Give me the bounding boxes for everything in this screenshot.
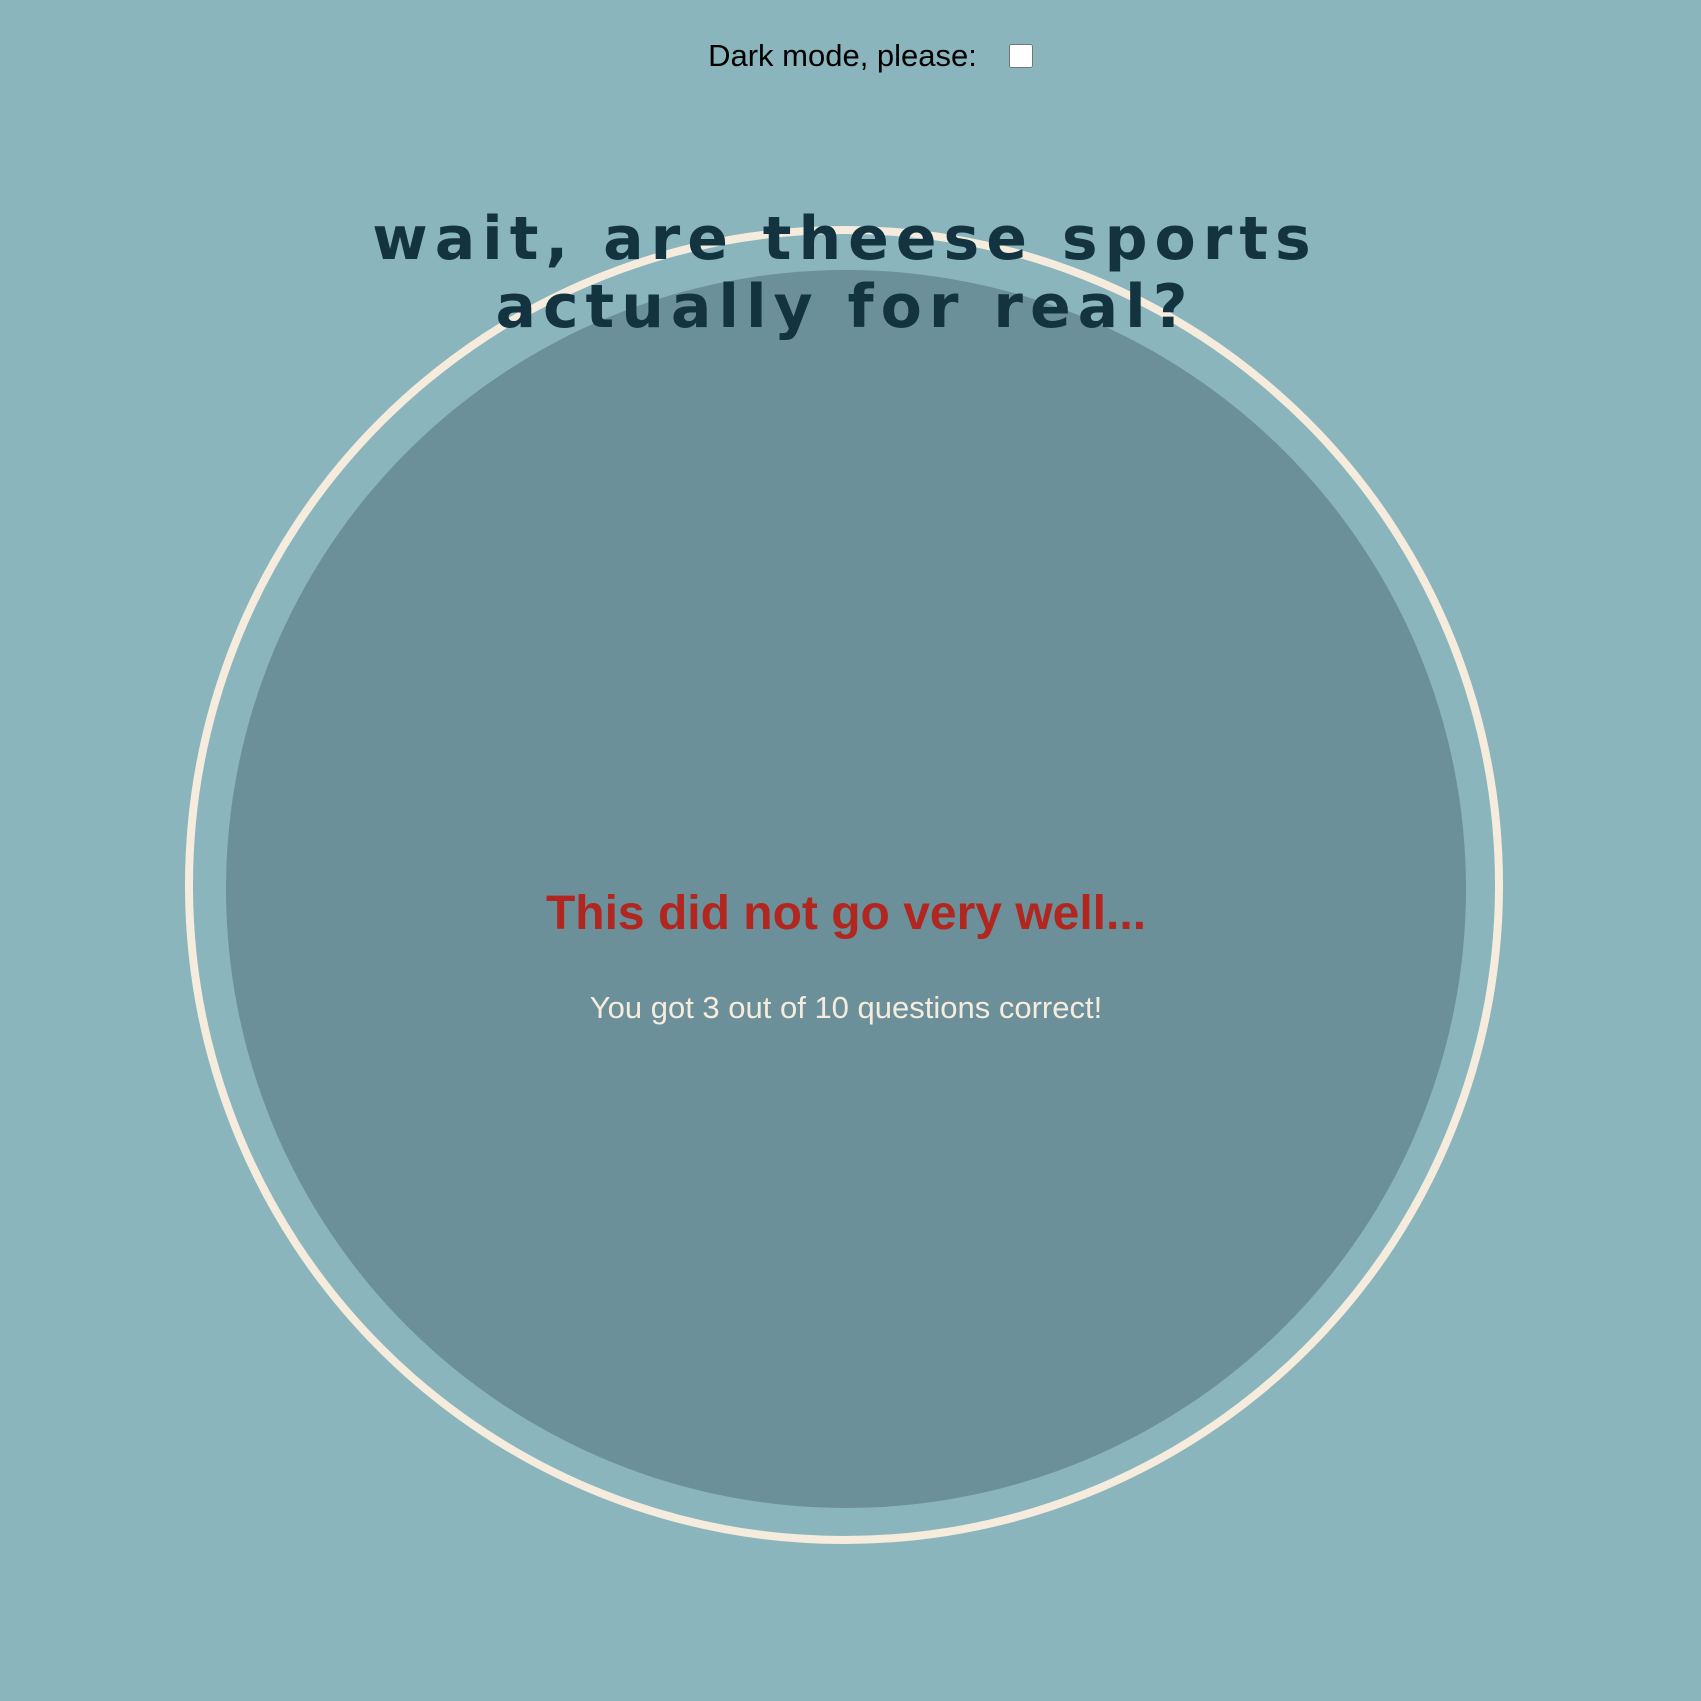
dark-mode-label: Dark mode, please: [708,38,977,73]
quiz-title: wait, are theese sports actually for rea… [372,204,1318,342]
result-score-text: You got 3 out of 10 questions correct! [589,990,1103,1025]
result-heading: This did not go very well... [545,887,1147,940]
dark-mode-toggle-row: Dark mode, please: [0,34,1701,78]
quiz-page: Dark mode, please: wait, are theese spor… [0,0,1701,1701]
dark-mode-checkbox[interactable] [1008,44,1033,68]
